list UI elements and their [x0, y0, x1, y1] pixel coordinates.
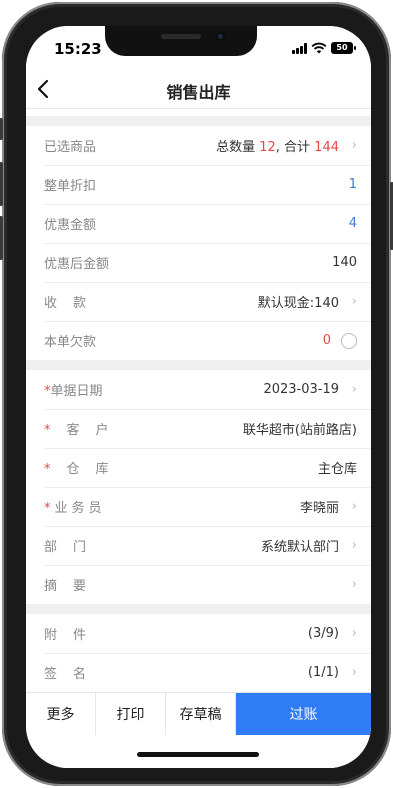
section-gap: [26, 116, 371, 126]
chevron-right-icon: ›: [351, 665, 357, 680]
signature-value: (1/1): [307, 665, 339, 680]
customer-row[interactable]: *客户 联华超市(站前路店): [26, 409, 371, 448]
receipt-label: 收款: [44, 296, 103, 311]
action-bar: 更多 打印 存草稿 过账: [26, 692, 371, 735]
section-gap: [26, 604, 371, 614]
discount-value[interactable]: 1: [154, 177, 357, 192]
selected-goods-value: 总数量 12, 合计 144: [216, 140, 339, 155]
after-discount-label: 优惠后金额: [44, 257, 110, 272]
salesman-value: 李晓丽: [299, 501, 339, 516]
status-icons: 50: [292, 42, 356, 54]
promo-label: 优惠金额: [44, 218, 97, 233]
chevron-right-icon: ›: [351, 538, 357, 553]
after-discount-row: 优惠后金额 140: [26, 243, 371, 282]
speaker: [161, 34, 201, 39]
department-label: 部门: [44, 540, 103, 555]
debt-label: 本单欠款: [44, 335, 97, 350]
chevron-right-icon: ›: [351, 626, 357, 641]
extra-section: 附件 (3/9) › 签名 (1/1) ›: [26, 614, 371, 692]
signature-row[interactable]: 签名 (1/1) ›: [26, 653, 371, 692]
signal-icon: [292, 42, 307, 54]
mute-switch: [0, 118, 3, 140]
home-indicator[interactable]: [137, 752, 259, 757]
date-value: 2023-03-19: [263, 382, 339, 397]
chevron-right-icon: ›: [351, 294, 357, 309]
discount-row[interactable]: 整单折扣 1: [26, 165, 371, 204]
receipt-row[interactable]: 收款 默认现金:140 ›: [26, 282, 371, 321]
promo-value[interactable]: 4: [154, 216, 357, 231]
camera: [215, 31, 226, 42]
date-row[interactable]: *单据日期 2023-03-19 ›: [26, 370, 371, 409]
nav-bar: 销售出库: [26, 72, 371, 108]
amount-section: 已选商品 总数量 12, 合计 144 › 整单折扣 1 优惠金额 4 优惠后金…: [26, 126, 371, 360]
memo-label: 摘要: [44, 579, 103, 594]
wifi-icon: [311, 42, 327, 54]
volume-up-button: [0, 162, 3, 206]
home-area: [26, 735, 371, 768]
debt-row: 本单欠款 0: [26, 321, 371, 360]
attachment-row[interactable]: 附件 (3/9) ›: [26, 614, 371, 653]
section-gap: [26, 360, 371, 370]
salesman-row[interactable]: *业务员 李晓丽 ›: [26, 487, 371, 526]
form-content: 已选商品 总数量 12, 合计 144 › 整单折扣 1 优惠金额 4 优惠后金…: [26, 108, 371, 692]
signature-label: 签名: [44, 667, 103, 682]
selected-goods-row[interactable]: 已选商品 总数量 12, 合计 144 ›: [26, 126, 371, 165]
volume-down-button: [0, 216, 3, 260]
phone-frame: 15:23 50 销售出库 已选商品 总数量 12, 合计 144 › 整单折扣…: [0, 2, 393, 786]
chevron-right-icon: ›: [351, 138, 357, 153]
customer-value: 联华超市(站前路店): [242, 423, 357, 438]
discount-label: 整单折扣: [44, 179, 97, 194]
memo-row[interactable]: 摘要 ›: [26, 565, 371, 604]
section-divider: [26, 108, 371, 116]
after-discount-value: 140: [332, 255, 357, 270]
date-label: *单据日期: [44, 384, 103, 399]
status-time: 15:23: [54, 40, 102, 58]
promo-row[interactable]: 优惠金额 4: [26, 204, 371, 243]
selected-goods-label: 已选商品: [44, 140, 97, 155]
post-button[interactable]: 过账: [236, 693, 371, 735]
salesman-label: *业务员: [44, 501, 106, 516]
debt-radio[interactable]: [341, 332, 357, 349]
page-title: 销售出库: [166, 83, 231, 102]
print-button[interactable]: 打印: [96, 693, 166, 735]
warehouse-row[interactable]: *仓库 主仓库: [26, 448, 371, 487]
department-value: 系统默认部门: [260, 540, 339, 555]
warehouse-value: 主仓库: [317, 462, 357, 477]
attachment-value: (3/9): [307, 626, 339, 641]
customer-label: *客户: [44, 423, 125, 438]
department-row[interactable]: 部门 系统默认部门 ›: [26, 526, 371, 565]
debt-value: 0: [322, 333, 331, 348]
warehouse-label: *仓库: [44, 462, 125, 477]
battery-icon: 50: [331, 42, 356, 54]
screen: 15:23 50 销售出库 已选商品 总数量 12, 合计 144 › 整单折扣…: [26, 26, 371, 768]
notch: [105, 26, 257, 56]
attachment-label: 附件: [44, 628, 103, 643]
receipt-value: 默认现金:140: [257, 296, 339, 311]
chevron-right-icon: ›: [351, 382, 357, 397]
save-draft-button[interactable]: 存草稿: [166, 693, 236, 735]
more-button[interactable]: 更多: [26, 693, 96, 735]
info-section: *单据日期 2023-03-19 › *客户 联华超市(站前路店) *仓库 主仓…: [26, 370, 371, 604]
chevron-right-icon: ›: [351, 577, 357, 592]
chevron-right-icon: ›: [351, 499, 357, 514]
